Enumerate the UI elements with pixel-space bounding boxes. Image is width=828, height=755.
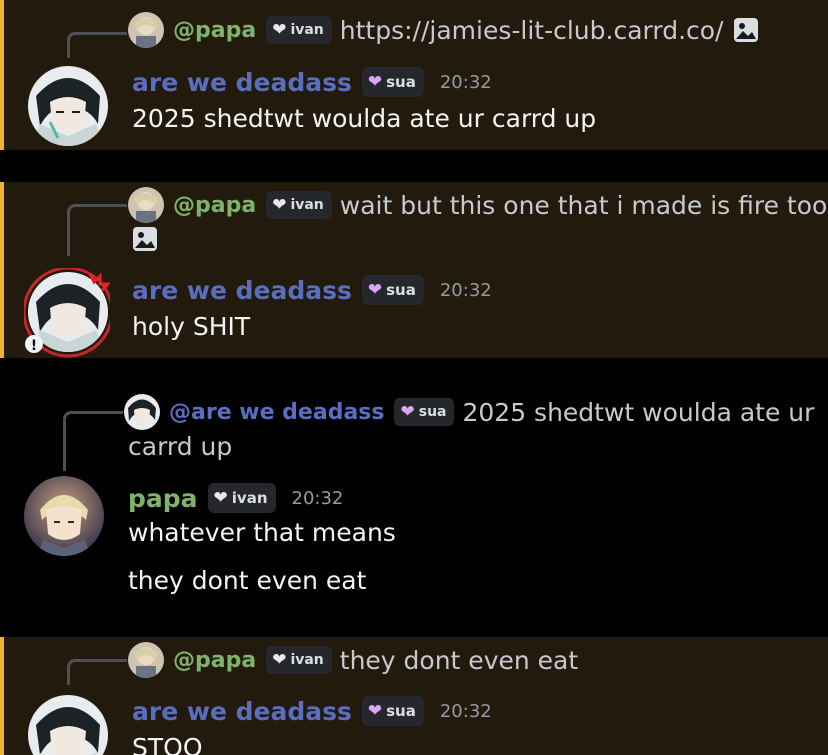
reply-connector [67, 659, 127, 685]
timestamp: 20:32 [291, 487, 344, 509]
role-tag: ❤ ivan [266, 191, 332, 219]
message-1[interactable]: @papa ❤ ivan https://jamies-lit-club.carr… [0, 0, 828, 150]
heart-icon: ❤ [213, 487, 228, 508]
role-tag[interactable]: ❤ ivan [207, 483, 276, 513]
heart-icon: ❤ [272, 649, 287, 670]
username[interactable]: are we deadass [132, 697, 352, 726]
role-tag[interactable]: ❤ sua [361, 696, 424, 726]
reply-connector [67, 204, 127, 256]
reply-author[interactable]: @papa [173, 193, 256, 218]
message-text: 2025 shedtwt woulda ate ur carrd up [132, 104, 597, 133]
papa-avatar[interactable] [24, 476, 104, 556]
message-header: are we deadass ❤ sua 20:32 [132, 691, 492, 731]
reply-author[interactable]: @papa [173, 648, 256, 673]
chat-log: @papa ❤ ivan https://jamies-lit-club.carr… [0, 0, 828, 755]
papa-mini-avatar [128, 642, 164, 678]
message-4[interactable]: @papa ❤ ivan they dont even eat are we de… [0, 637, 828, 755]
papa-mini-avatar [128, 12, 164, 48]
message-header: are we deadass ❤ sua 20:32 [132, 270, 492, 310]
reply-connector [67, 32, 127, 58]
heart-icon: ❤ [367, 71, 383, 92]
role-tag: ❤ sua [394, 398, 455, 426]
message-text: STOO [132, 733, 203, 755]
role-tag[interactable]: ❤ sua [361, 67, 424, 97]
message-header: are we deadass ❤ sua 20:32 [132, 62, 492, 102]
message-header: papa ❤ ivan 20:32 [128, 478, 343, 518]
deadass-avatar[interactable]: ! [22, 266, 114, 358]
reply-text-continued[interactable]: carrd up [128, 432, 232, 461]
reply-preview[interactable]: @papa ❤ ivan they dont even eat [128, 642, 578, 678]
timestamp: 20:32 [439, 279, 492, 301]
reply-text[interactable]: 2025 shedtwt woulda ate ur [462, 398, 814, 427]
role-tag: ❤ ivan [266, 16, 332, 44]
username[interactable]: are we deadass [132, 68, 352, 97]
reply-author[interactable]: @are we deadass [169, 400, 384, 425]
reply-text[interactable]: https://jamies-lit-club.carrd.co/ [340, 16, 724, 45]
message-text: they dont even eat [128, 566, 367, 595]
timestamp: 20:32 [439, 700, 492, 722]
message-2[interactable]: @papa ❤ ivan wait but this one that i mad… [0, 182, 828, 358]
papa-mini-avatar [128, 187, 164, 223]
message-text: holy SHIT [132, 312, 251, 341]
username[interactable]: papa [128, 484, 198, 513]
reply-preview[interactable]: @papa ❤ ivan wait but this one that i mad… [128, 187, 827, 223]
reply-preview[interactable]: @are we deadass ❤ sua 2025 shedtwt woulda… [124, 394, 814, 430]
reply-connector [63, 411, 123, 471]
message-3[interactable]: @are we deadass ❤ sua 2025 shedtwt woulda… [0, 392, 828, 604]
svg-text:!: ! [31, 338, 37, 354]
message-text: whatever that means [128, 518, 396, 547]
deadass-avatar[interactable] [28, 66, 108, 146]
heart-icon: ❤ [400, 401, 415, 422]
heart-icon: ❤ [367, 279, 383, 300]
timestamp: 20:32 [439, 71, 492, 93]
deadass-avatar[interactable] [28, 695, 108, 755]
reply-author[interactable]: @papa [173, 18, 256, 43]
username[interactable]: are we deadass [132, 276, 352, 305]
heart-icon: ❤ [272, 194, 287, 215]
role-tag: ❤ ivan [266, 646, 332, 674]
deadass-mini-avatar [124, 394, 160, 430]
reply-preview[interactable]: @papa ❤ ivan https://jamies-lit-club.carr… [128, 12, 759, 48]
reply-text[interactable]: wait but this one that i made is fire to… [340, 191, 828, 220]
image-icon [733, 17, 759, 43]
heart-icon: ❤ [272, 19, 287, 40]
heart-icon: ❤ [367, 700, 383, 721]
image-icon [132, 226, 158, 252]
reply-text[interactable]: they dont even eat [340, 646, 578, 675]
role-tag[interactable]: ❤ sua [361, 275, 424, 305]
